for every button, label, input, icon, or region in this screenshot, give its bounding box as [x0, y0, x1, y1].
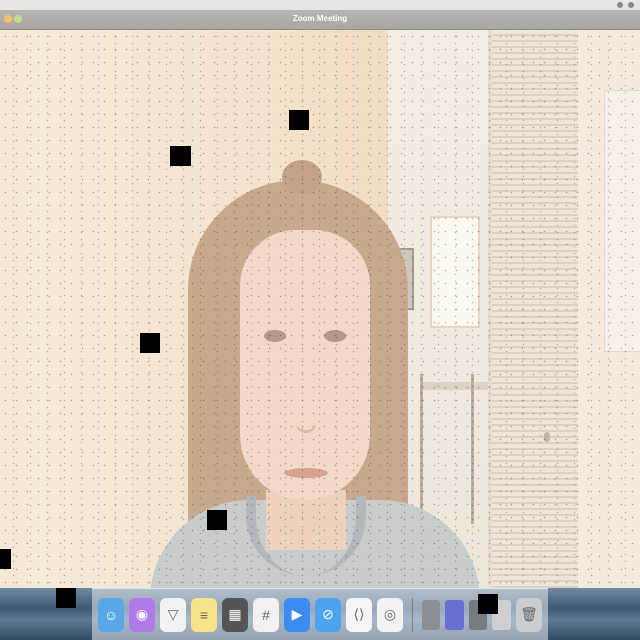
finder-icon[interactable]: ☺ — [98, 597, 124, 632]
trash-icon[interactable]: 🗑 — [516, 597, 543, 632]
dock-separator — [412, 597, 413, 632]
calculator-icon[interactable]: ▦ — [222, 597, 248, 632]
background-stool — [420, 374, 474, 524]
vscode-icon[interactable]: ⟨⟩ — [346, 597, 372, 632]
menu-bar — [0, 0, 640, 10]
window-title-bar[interactable]: Zoom Meeting — [0, 10, 640, 30]
safari-icon[interactable]: ⊘ — [315, 597, 341, 632]
redaction-block — [478, 594, 498, 614]
redaction-block — [0, 549, 11, 569]
minimized-window-thumbnail[interactable] — [421, 599, 441, 630]
menu-bar-status — [617, 2, 634, 8]
video-feed[interactable] — [0, 30, 640, 588]
brave-icon[interactable]: ▽ — [160, 597, 186, 632]
participant-eye — [264, 330, 286, 342]
redaction-block — [140, 333, 160, 353]
redaction-block — [289, 110, 309, 130]
background-window — [430, 216, 480, 328]
background-wall-art — [604, 90, 640, 352]
background-closet-door — [488, 30, 582, 588]
desktop-screen: Zoom Meeting ☺ ◉ ▽ ≡ ▦ # ▶ ⊘ ⟨⟩ ◎ 🗑 — [0, 0, 640, 640]
redaction-block — [207, 510, 227, 530]
notes-icon[interactable]: ≡ — [191, 597, 217, 632]
background-door-knob — [544, 432, 550, 442]
minimized-window-thumbnail[interactable] — [445, 599, 464, 630]
redaction-block — [56, 588, 76, 608]
chrome-icon[interactable]: ◎ — [377, 597, 403, 632]
participant-mouth — [284, 468, 328, 478]
background-wall — [0, 30, 30, 588]
status-icon[interactable] — [617, 2, 623, 8]
status-icon[interactable] — [628, 2, 634, 8]
participant-hair-bun — [282, 160, 322, 194]
slack-icon[interactable]: # — [253, 597, 279, 632]
participant-nose — [296, 390, 316, 433]
redaction-block — [170, 146, 191, 166]
participant-eye — [324, 330, 346, 342]
participant-face — [240, 230, 370, 500]
podcasts-icon[interactable]: ◉ — [129, 597, 155, 632]
zoom-icon[interactable]: ▶ — [284, 597, 310, 632]
window-title: Zoom Meeting — [292, 14, 348, 23]
